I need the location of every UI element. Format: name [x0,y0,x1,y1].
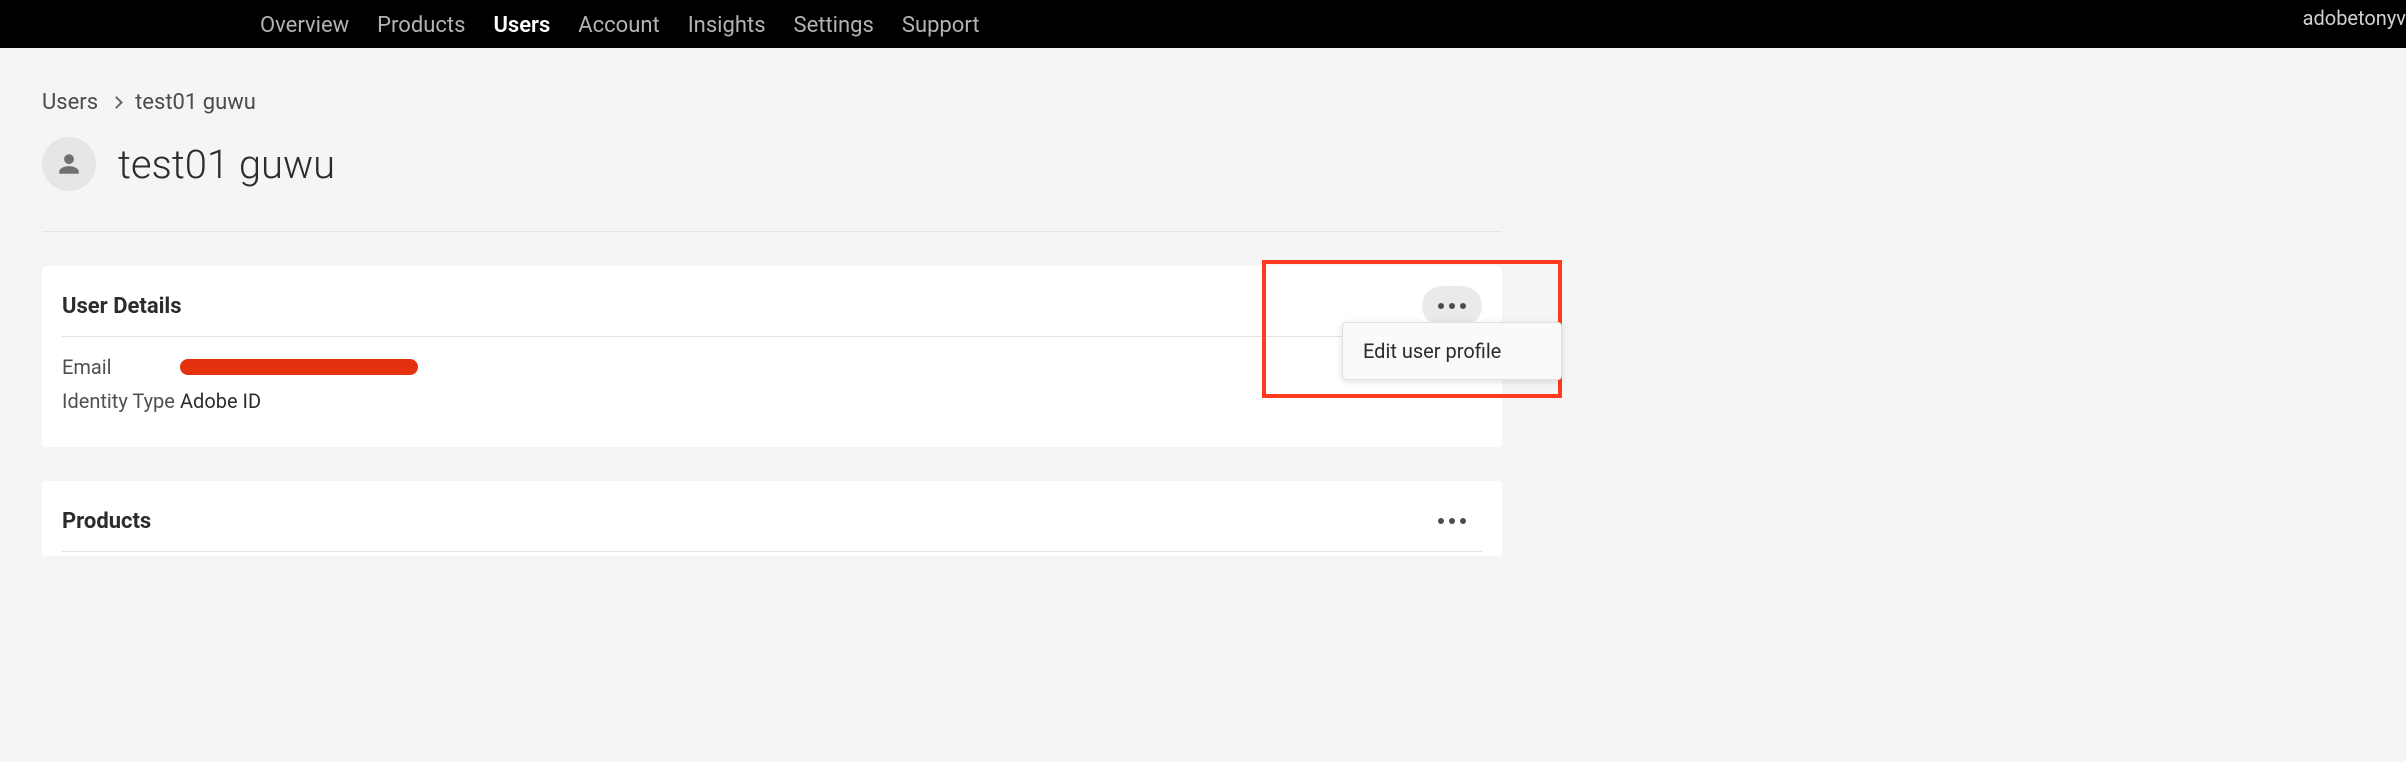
email-value-redacted [180,359,418,375]
title-row: test01 guwu [42,137,1502,232]
products-card: Products [42,481,1502,556]
field-row-email: Email [62,355,1482,379]
products-more-button[interactable] [1422,501,1482,541]
nav-overview[interactable]: Overview [260,0,349,48]
user-details-body: Email Identity Type Adobe ID [62,337,1482,413]
nav-settings[interactable]: Settings [794,0,874,48]
more-icon [1460,303,1466,309]
user-details-menu: Edit user profile [1342,322,1562,380]
more-icon [1438,518,1444,524]
products-title: Products [62,509,151,534]
products-header: Products [62,501,1482,552]
nav-users[interactable]: Users [493,0,550,48]
breadcrumb-root[interactable]: Users [42,90,98,115]
nav-account[interactable]: Account [578,0,659,48]
nav-insights[interactable]: Insights [688,0,766,48]
top-nav-items: Overview Products Users Account Insights… [260,0,980,48]
identity-type-value: Adobe ID [180,389,261,413]
avatar [42,137,96,191]
nav-products[interactable]: Products [377,0,465,48]
top-nav: Overview Products Users Account Insights… [0,0,2406,48]
more-icon [1460,518,1466,524]
identity-type-label: Identity Type [62,389,180,413]
breadcrumb-current: test01 guwu [135,90,256,115]
menu-item-edit-user-profile[interactable]: Edit user profile [1343,323,1561,379]
more-icon [1449,518,1455,524]
user-icon [56,150,82,178]
user-details-card: User Details Email Identity Type Adobe I… [42,266,1502,447]
more-icon [1449,303,1455,309]
email-label: Email [62,355,180,379]
page-title: test01 guwu [118,141,335,188]
more-icon [1438,303,1444,309]
breadcrumb: Users test01 guwu [42,90,2364,115]
nav-support[interactable]: Support [902,0,980,48]
chevron-right-icon [110,96,123,109]
user-details-title: User Details [62,294,182,319]
user-details-header: User Details [62,286,1482,337]
user-details-more-button[interactable] [1422,286,1482,326]
field-row-identity-type: Identity Type Adobe ID [62,389,1482,413]
top-nav-user-label[interactable]: adobetonyv [2303,6,2406,30]
page-content: Users test01 guwu test01 guwu User Detai… [0,48,2406,556]
